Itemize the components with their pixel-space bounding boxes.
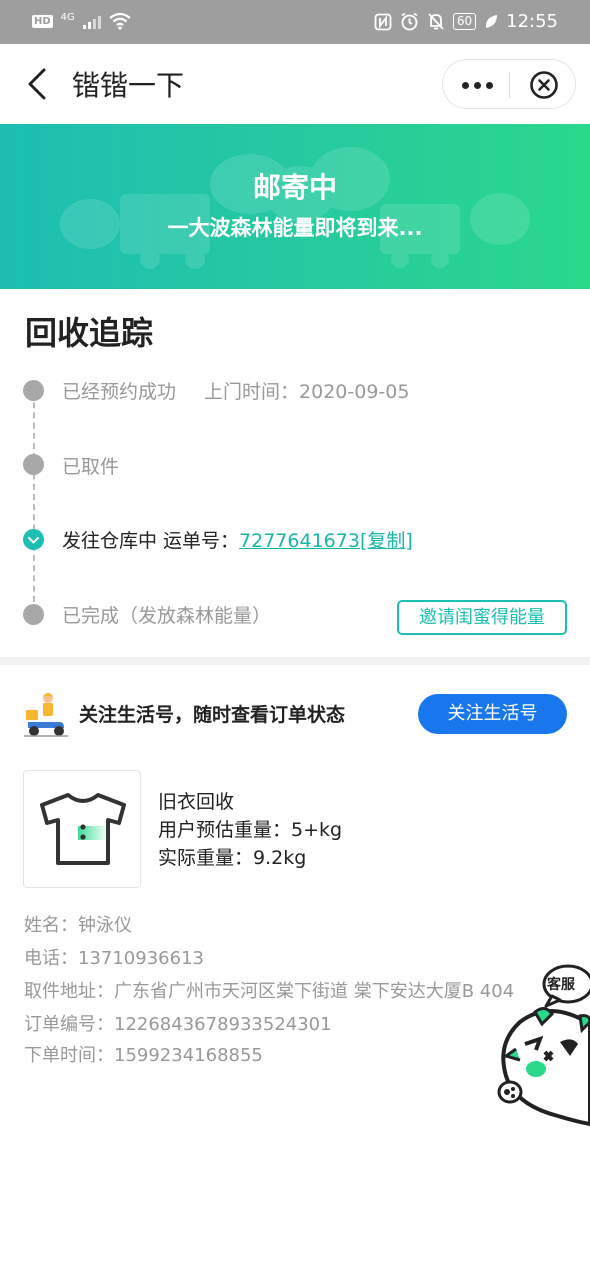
wifi-icon [109,12,131,30]
nav-bar: 锴锴一下 [0,44,590,124]
contact-phone: 电话：13710936613 [24,948,204,969]
tshirt-icon [40,793,126,865]
clock-time: 12:55 [506,11,558,32]
waybill-number-link[interactable]: 7277641673 [239,530,360,552]
capsule-divider [509,72,510,98]
invite-friends-button[interactable]: 邀请闺蜜得能量 [397,600,567,635]
estimated-weight: 用户预估重量：5+kg [158,819,343,841]
timeline-step-booked: 已经预约成功 上门时间：2020-09-05 [62,377,409,404]
nfc-icon [374,13,392,30]
nav-title: 锴锴一下 [72,69,185,102]
timeline-dot-pending [23,604,44,625]
timeline-step-picked: 已取件 [62,456,120,478]
network-label: 4G [60,11,75,23]
alarm-icon [401,12,418,31]
product-image [23,770,141,888]
tracking-section-title: 回收追踪 [25,314,154,352]
timeline-dot-done [23,380,44,401]
mute-icon [428,13,444,30]
order-number: 订单编号：1226843678933524301 [24,1014,332,1035]
more-icon[interactable] [459,72,495,98]
timeline-step-shipping: 发往仓库中 运单号：7277641673[复制] [62,526,413,553]
actual-weight: 实际重量：9.2kg [158,847,307,869]
leaf-icon [486,14,498,28]
customer-service-button[interactable]: 客服 [490,964,590,1139]
close-icon[interactable] [529,70,559,100]
delivery-scooter-icon [24,693,68,737]
mini-program-capsule [442,59,576,109]
product-name: 旧衣回收 [158,791,235,813]
timeline-line [33,392,35,612]
section-divider [0,657,590,665]
timeline-step-completed: 已完成（发放森林能量） [62,605,272,627]
status-bar: HD 4G 60 12:55 [0,0,590,44]
status-banner: 邮寄中 一大波森林能量即将到来... [0,124,590,289]
contact-name: 姓名：钟泳仪 [24,915,132,936]
copy-waybill-link[interactable]: [复制] [360,530,413,552]
banner-subtitle: 一大波森林能量即将到来... [167,216,423,240]
step-label: 发往仓库中 运单号： [62,530,240,552]
pickup-address: 取件地址：广东省广州市天河区棠下街道 棠下安达大厦B 404 [24,981,515,1002]
service-label: 客服 [547,977,575,993]
signal-icon [82,13,101,29]
timeline-dot-done [23,454,44,475]
mascot-icon [497,964,590,1127]
battery-icon: 60 [452,13,477,30]
banner-title: 邮寄中 [252,171,337,204]
back-arrow-icon[interactable] [24,66,54,102]
hd-badge: HD [32,14,53,28]
follow-button[interactable]: 关注生活号 [418,694,567,734]
pickup-time: 上门时间：2020-09-05 [204,381,410,403]
order-time: 下单时间：1599234168855 [24,1045,263,1066]
check-icon [23,529,44,550]
forest-decoration [60,147,530,269]
follow-prompt: 关注生活号，随时查看订单状态 [79,704,346,726]
step-label: 已经预约成功 [62,381,177,403]
